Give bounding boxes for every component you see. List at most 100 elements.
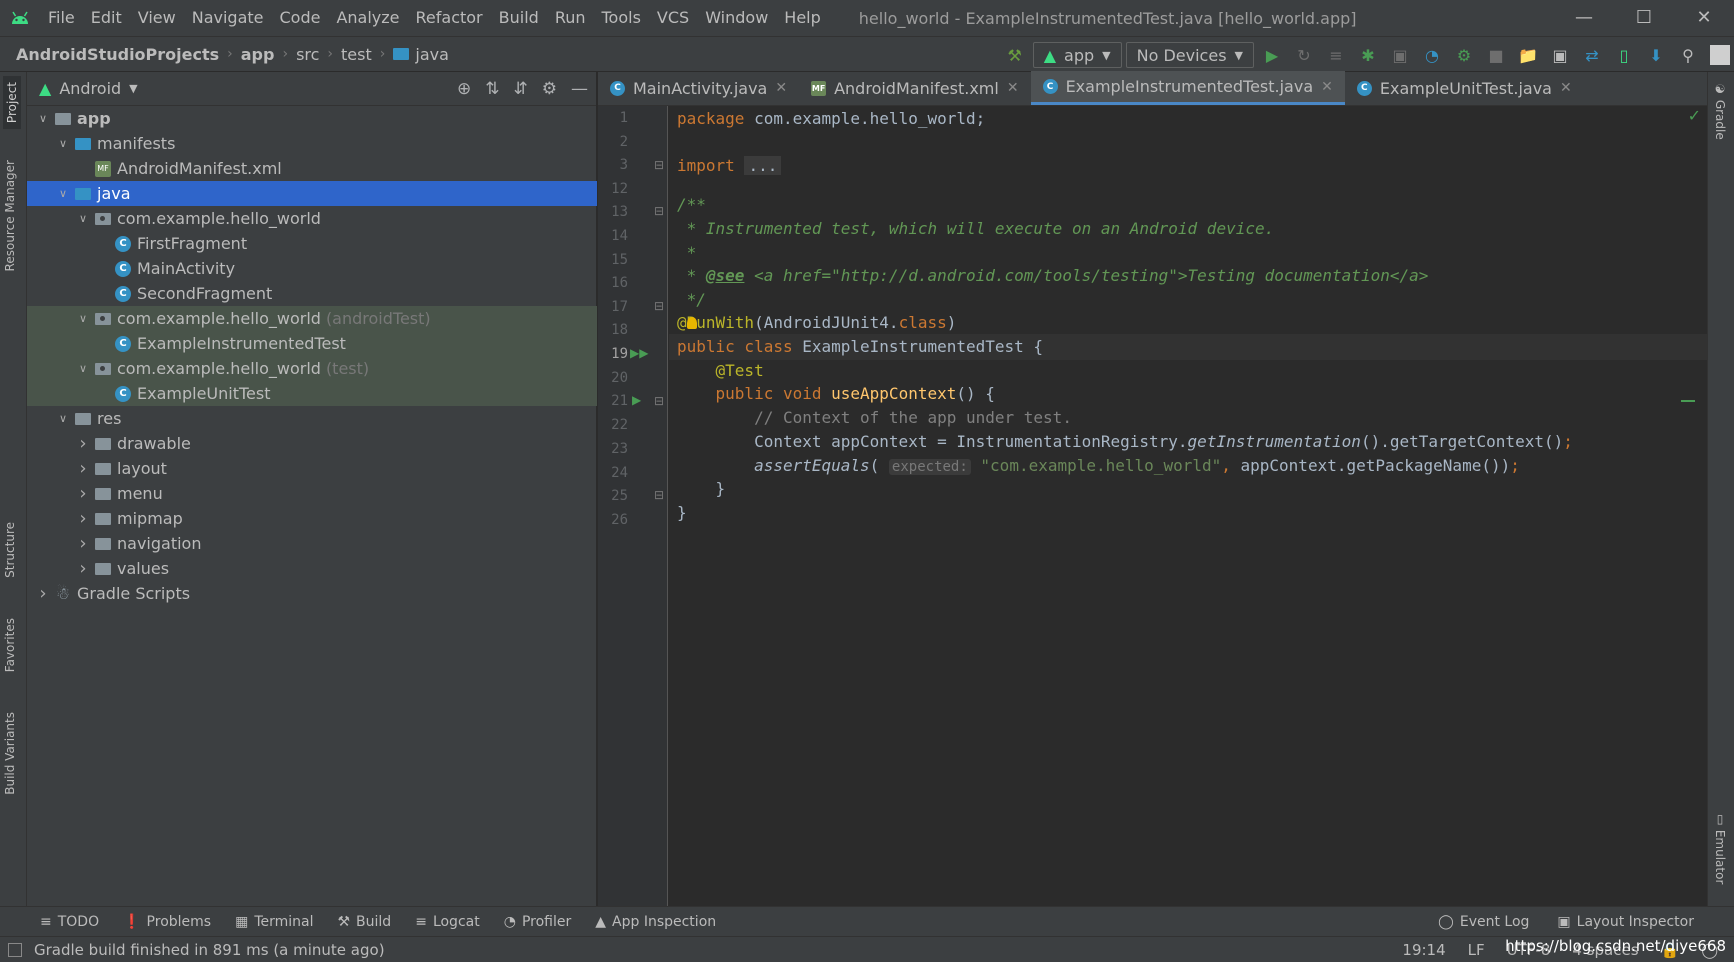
breadcrumb-item[interactable]: test (341, 45, 372, 64)
close-tab-icon[interactable]: ✕ (775, 80, 787, 96)
run-icon[interactable]: ▶ (1258, 41, 1286, 69)
menu-window[interactable]: Window (697, 0, 776, 36)
line-number[interactable]: 26 (598, 512, 628, 528)
line-number[interactable]: 20 (598, 370, 628, 386)
expand-all-icon[interactable]: ⇅ (485, 79, 499, 99)
code-editor[interactable]: package com.example.hello_world; import … (669, 106, 1707, 906)
debug-attach-icon[interactable]: ⚙ (1450, 41, 1478, 69)
lightbulb-icon[interactable] (687, 317, 697, 329)
tree-node[interactable]: C FirstFragment (27, 231, 597, 256)
tree-node[interactable]: ∨ java (27, 181, 597, 206)
avd-manager-icon[interactable]: ▣ (1546, 41, 1574, 69)
tree-node[interactable]: › values (27, 556, 597, 581)
tool-layout-inspector[interactable]: ▣ Layout Inspector (1557, 914, 1694, 930)
chevron-down-icon[interactable]: ∨ (73, 362, 93, 375)
tool-tab-resource-manager[interactable]: Resource Manager (3, 160, 17, 271)
line-number[interactable]: 13 (598, 204, 628, 220)
fold-icon[interactable]: ⊟ (654, 394, 664, 408)
apply-changes-icon[interactable]: ≡ (1322, 41, 1350, 69)
chevron-down-icon[interactable]: ∨ (53, 137, 73, 150)
menu-analyze[interactable]: Analyze (328, 0, 407, 36)
sync-gradle-icon[interactable]: ⇄ (1578, 41, 1606, 69)
minimize-icon[interactable]: — (1554, 0, 1614, 36)
tool-terminal[interactable]: ▦ Terminal (235, 914, 313, 930)
line-number[interactable]: 1 (598, 110, 628, 126)
breadcrumb-item[interactable]: app (241, 45, 275, 64)
line-number[interactable]: 12 (598, 181, 628, 197)
device-select[interactable]: No Devices ▼ (1125, 42, 1254, 68)
menu-build[interactable]: Build (491, 0, 547, 36)
avatar[interactable] (1710, 45, 1730, 65)
menu-edit[interactable]: Edit (83, 0, 130, 36)
editor-tab[interactable]: MF AndroidManifest.xml ✕ (799, 71, 1030, 105)
profile-icon[interactable]: ◔ (1418, 41, 1446, 69)
fold-icon[interactable]: ⊟ (654, 299, 664, 313)
chevron-down-icon[interactable]: ∨ (73, 212, 93, 225)
tree-node[interactable]: C SecondFragment (27, 281, 597, 306)
tool-tab-project[interactable]: Project (3, 76, 21, 130)
line-number[interactable]: 22 (598, 417, 628, 433)
sdk-manager-icon[interactable]: ⬇ (1642, 41, 1670, 69)
tool-tab-structure[interactable]: Structure (3, 522, 17, 578)
tree-node[interactable]: MF AndroidManifest.xml (27, 156, 597, 181)
fold-icon[interactable]: ⊟ (654, 204, 664, 218)
device-manager-icon[interactable]: ▯ (1610, 41, 1638, 69)
no-problems-check-icon[interactable]: ✓ (1688, 106, 1701, 125)
tree-node[interactable]: ∨ com.example.hello_world (test) (27, 356, 597, 381)
tree-node[interactable]: ∨ com.example.hello_world (27, 206, 597, 231)
breadcrumb-item[interactable]: java (415, 45, 449, 64)
tree-node[interactable]: ∨ manifests (27, 131, 597, 156)
chevron-right-icon[interactable]: › (73, 558, 93, 579)
menu-run[interactable]: Run (547, 0, 594, 36)
status-message[interactable]: Gradle build finished in 891 ms (a minut… (34, 941, 385, 959)
chevron-down-icon[interactable]: ∨ (33, 112, 53, 125)
line-number[interactable]: 17 (598, 299, 628, 315)
chevron-down-icon[interactable]: ∨ (53, 412, 73, 425)
line-number[interactable]: 2 (598, 134, 628, 150)
line-number[interactable]: 15 (598, 252, 628, 268)
tree-node[interactable]: › layout (27, 456, 597, 481)
menu-help[interactable]: Help (776, 0, 828, 36)
stop-icon[interactable]: ■ (1482, 41, 1510, 69)
close-tab-icon[interactable]: ✕ (1321, 79, 1333, 95)
tree-node[interactable]: ∨ res (27, 406, 597, 431)
collapse-all-icon[interactable]: ⇵ (514, 79, 528, 99)
menu-refactor[interactable]: Refactor (408, 0, 491, 36)
line-number[interactable]: 21 (598, 393, 628, 409)
tool-logcat[interactable]: ≡ Logcat (415, 914, 480, 930)
tool-build[interactable]: ⚒ Build (337, 914, 391, 930)
tree-node[interactable]: C ExampleInstrumentedTest (27, 331, 597, 356)
line-separator[interactable]: LF (1468, 941, 1485, 959)
tree-node[interactable]: ∨ com.example.hello_world (androidTest) (27, 306, 597, 331)
tree-node[interactable]: › navigation (27, 531, 597, 556)
tool-tab-gradle[interactable]: ☯ Gradle (1713, 82, 1727, 140)
locate-icon[interactable]: ⊕ (457, 79, 471, 99)
tree-node[interactable]: › drawable (27, 431, 597, 456)
maximize-icon[interactable]: ☐ (1614, 0, 1674, 36)
line-number[interactable]: 14 (598, 228, 628, 244)
run-method-icon[interactable]: ▶ (632, 393, 641, 407)
editor-tab[interactable]: C ExampleUnitTest.java ✕ (1345, 71, 1584, 105)
debug-icon[interactable]: ✱ (1354, 41, 1382, 69)
toggle-tool-windows-icon[interactable] (8, 942, 22, 957)
tool-tab-build-variants[interactable]: Build Variants (3, 712, 17, 795)
project-view-select[interactable]: Android (59, 79, 121, 98)
tool-todo[interactable]: ≡ TODO (40, 914, 99, 930)
caret-position[interactable]: 19:14 (1402, 941, 1445, 959)
fold-icon[interactable]: ⊟ (654, 158, 664, 172)
line-number[interactable]: 24 (598, 465, 628, 481)
close-tab-icon[interactable]: ✕ (1560, 80, 1572, 96)
menu-file[interactable]: File (40, 0, 83, 36)
tree-node[interactable]: › menu (27, 481, 597, 506)
close-icon[interactable]: ✕ (1674, 0, 1734, 36)
tree-node[interactable]: › ☃ Gradle Scripts (27, 581, 597, 606)
run-config-select[interactable]: ▲ app ▼ (1032, 42, 1122, 68)
attach-debugger-icon[interactable]: ▣ (1386, 41, 1414, 69)
tool-event-log[interactable]: ◯ Event Log (1438, 914, 1529, 930)
chevron-right-icon[interactable]: › (73, 483, 93, 504)
search-icon[interactable]: ⚲ (1674, 41, 1702, 69)
chevron-right-icon[interactable]: › (73, 458, 93, 479)
menu-vcs[interactable]: VCS (649, 0, 697, 36)
breadcrumb-item[interactable]: AndroidStudioProjects (16, 45, 219, 64)
folded-imports[interactable]: ... (744, 156, 782, 175)
